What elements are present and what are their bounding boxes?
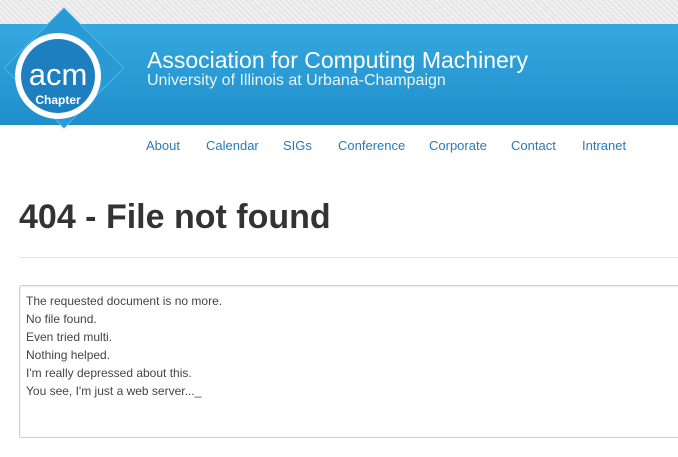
nav-item-sigs[interactable]: SIGs — [283, 138, 312, 153]
message-line: No file found. — [26, 312, 97, 326]
nav-item-about[interactable]: About — [146, 138, 180, 153]
message-line: The requested document is no more. — [26, 294, 223, 308]
logo-graphic: acm Chapter — [3, 7, 125, 129]
message-line: Nothing helped. — [26, 348, 111, 362]
nav-item-calendar[interactable]: Calendar — [206, 138, 259, 153]
site-title[interactable]: Association for Computing Machinery — [147, 47, 528, 74]
nav-item-intranet[interactable]: Intranet — [582, 138, 626, 153]
site-subtitle: University of Illinois at Urbana-Champai… — [147, 72, 446, 89]
message-line: Even tried multi. — [26, 330, 113, 344]
error-message-box: The requested document is no more. No fi… — [19, 285, 678, 438]
logo-sub-text: Chapter — [35, 93, 81, 107]
heading-divider — [19, 257, 678, 258]
acm-chapter-logo[interactable]: acm Chapter — [2, 6, 126, 130]
logo-main-text: acm — [29, 57, 88, 92]
page-title: 404 - File not found — [19, 198, 331, 236]
message-line: I'm really depressed about this. — [26, 366, 192, 380]
message-line: You see, I'm just a web server..._ — [26, 384, 202, 398]
main-nav: About Calendar SIGs Conference Corporate… — [0, 125, 678, 165]
nav-item-conference[interactable]: Conference — [338, 138, 405, 153]
nav-item-contact[interactable]: Contact — [511, 138, 556, 153]
nav-item-corporate[interactable]: Corporate — [429, 138, 487, 153]
